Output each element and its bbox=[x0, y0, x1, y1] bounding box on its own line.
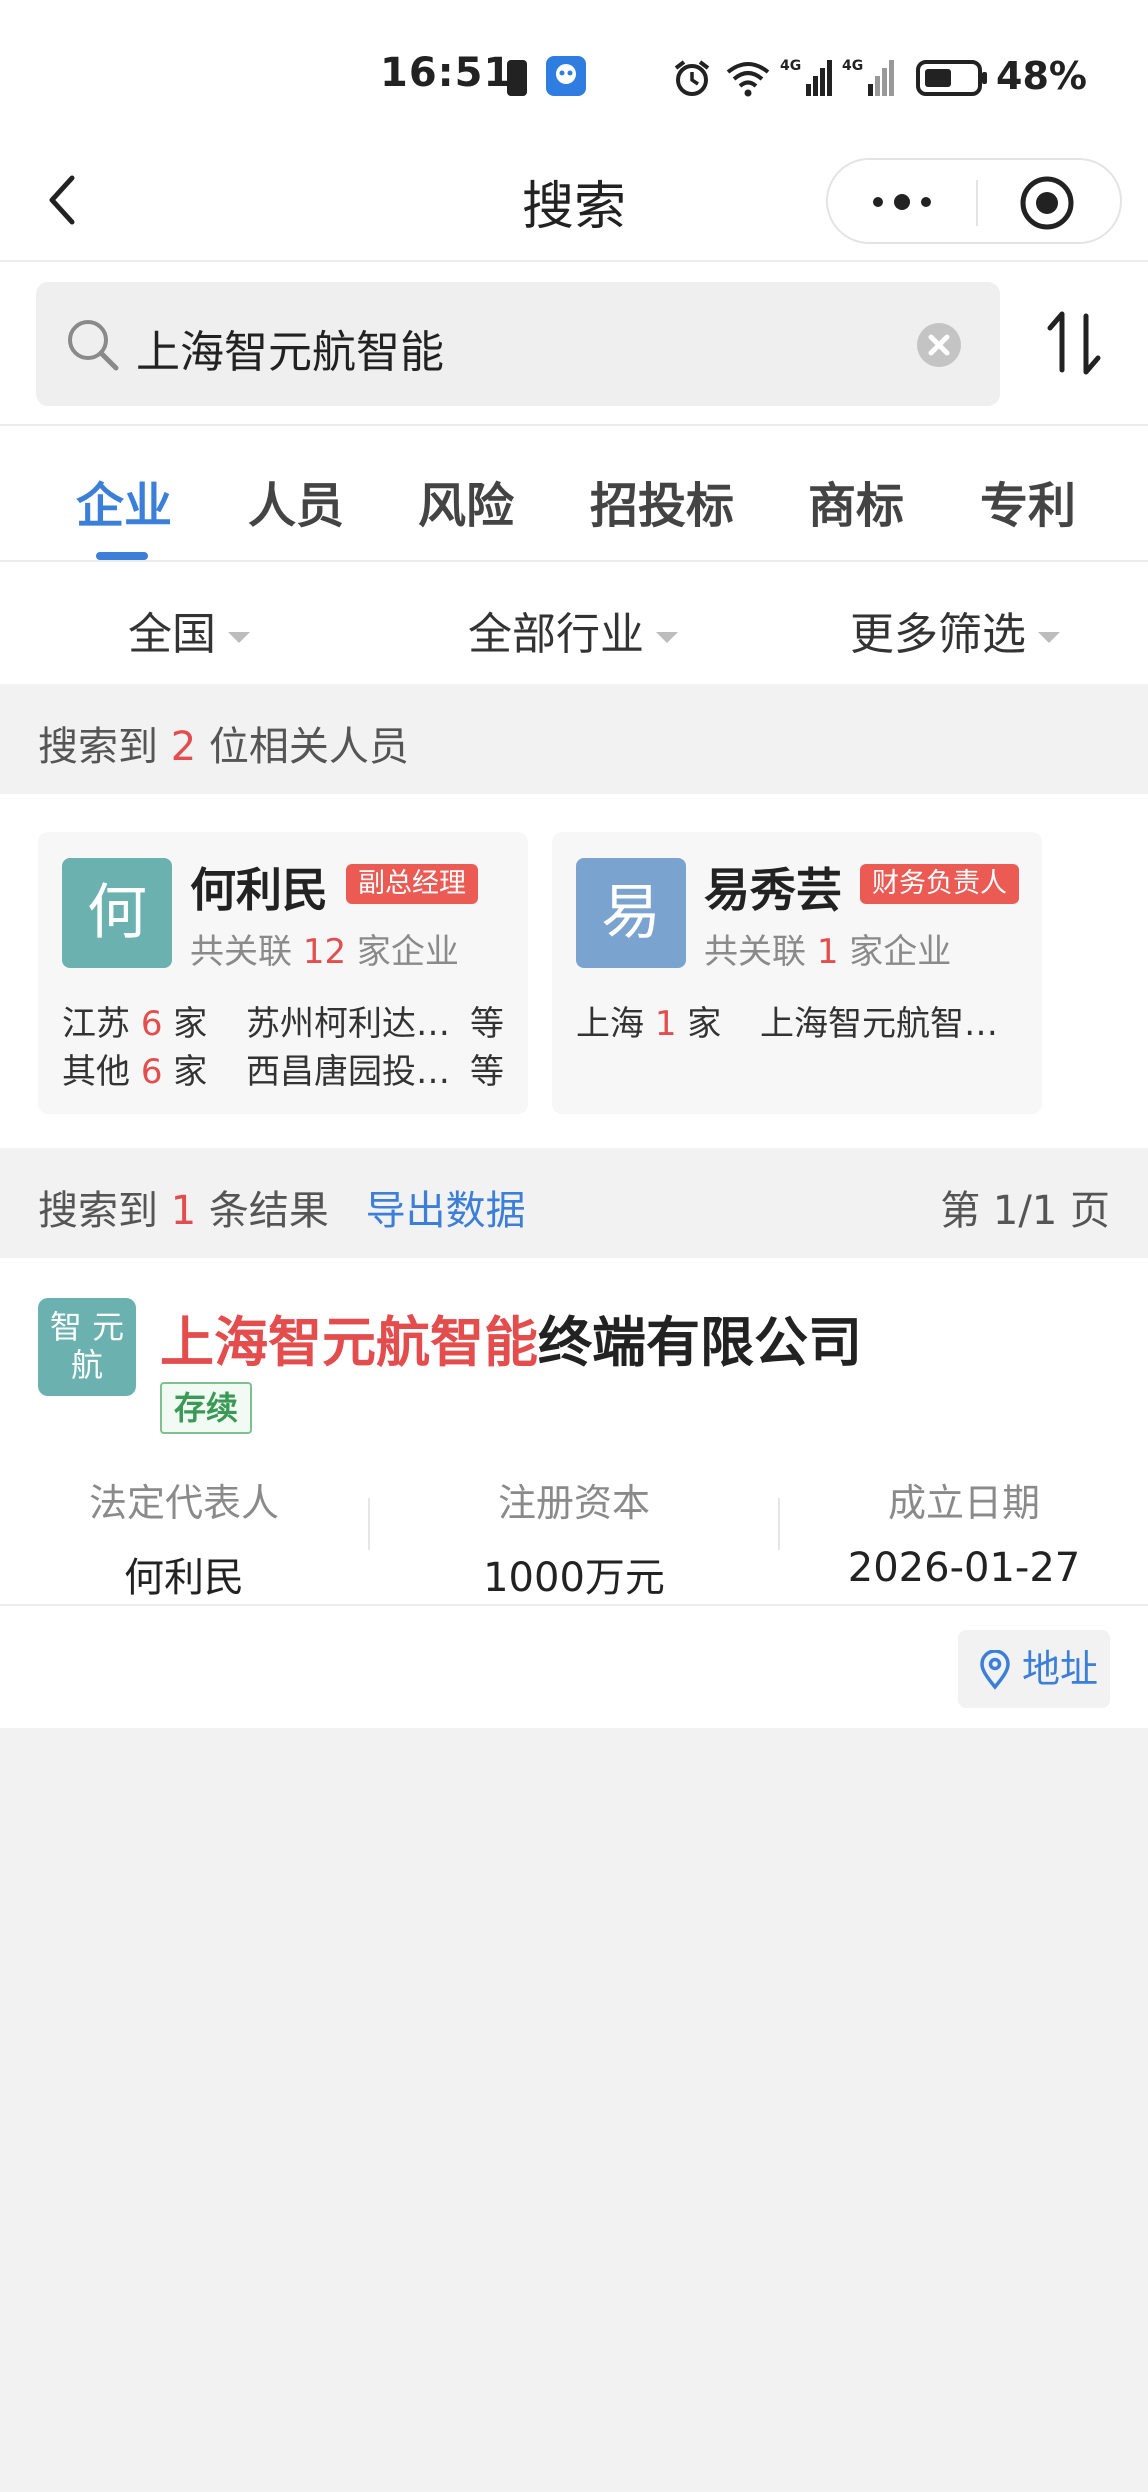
status-bar: 16:51 4G 4G 48% bbox=[0, 0, 1148, 140]
filter-more-label: 更多筛选 bbox=[850, 609, 1026, 660]
filter-industry-label: 全部行业 bbox=[468, 609, 644, 660]
battery-icon bbox=[916, 60, 987, 96]
battery-percent: 48% bbox=[996, 54, 1087, 98]
clear-icon[interactable] bbox=[916, 322, 962, 368]
company-name-rest: 终端有限公司 bbox=[538, 1311, 862, 1374]
filter-industry[interactable]: 全部行业 bbox=[468, 598, 678, 662]
person-region-row: 上海 1 家 bbox=[576, 1004, 722, 1044]
person-related-company: 上海智元航智… bbox=[760, 1004, 998, 1044]
category-tabs: 企业 人员 风险 招投标 商标 专利 bbox=[0, 426, 1148, 562]
people-list: 何 何利民 副总经理 共关联 12 家企业 江苏 6 家 苏州柯利达… 等 其他… bbox=[0, 794, 1148, 1148]
tab-bidding[interactable]: 招投标 bbox=[590, 466, 734, 536]
status-badge: 存续 bbox=[160, 1382, 253, 1434]
field-label: 法定代表人 bbox=[88, 1481, 279, 1525]
signal-4g-icon: 4G bbox=[842, 58, 894, 96]
tab-risk[interactable]: 风险 bbox=[418, 466, 514, 536]
card-divider bbox=[0, 1604, 1148, 1606]
people-count-prefix: 搜索到 bbox=[38, 724, 158, 770]
location-pin-icon bbox=[980, 1650, 1010, 1690]
filter-region[interactable]: 全国 bbox=[128, 598, 250, 662]
search-row: 上海智元航智能 bbox=[0, 262, 1148, 426]
app-notification-icon bbox=[546, 56, 586, 96]
person-related-company: 西昌唐园投… bbox=[246, 1052, 450, 1092]
svg-text:4G: 4G bbox=[842, 58, 863, 74]
svg-text:4G: 4G bbox=[780, 58, 801, 74]
person-role-badge: 副总经理 bbox=[346, 864, 478, 904]
address-button[interactable]: 地址 bbox=[958, 1630, 1110, 1708]
status-time: 16:51 bbox=[380, 50, 513, 96]
signal-4g-icon: 4G bbox=[780, 58, 832, 96]
tab-patent[interactable]: 专利 bbox=[980, 466, 1076, 536]
charging-icon bbox=[507, 60, 527, 96]
person-company-count: 共关联 1 家企业 bbox=[704, 932, 952, 972]
active-tab-indicator bbox=[96, 552, 148, 560]
person-avatar: 何 bbox=[62, 858, 172, 968]
person-card[interactable]: 易 易秀芸 财务负责人 共关联 1 家企业 上海 1 家 上海智元航智… bbox=[552, 832, 1042, 1114]
tab-people[interactable]: 人员 bbox=[248, 466, 344, 536]
filter-bar: 全国 全部行业 更多筛选 bbox=[0, 562, 1148, 684]
results-count: 1 bbox=[170, 1188, 197, 1234]
caret-down-icon bbox=[656, 631, 678, 643]
field-label: 成立日期 bbox=[887, 1481, 1040, 1525]
field-value: 2026-01-27 bbox=[847, 1545, 1081, 1591]
results-count-suffix: 条结果 bbox=[208, 1188, 329, 1234]
search-icon bbox=[68, 320, 119, 371]
tab-trademark[interactable]: 商标 bbox=[808, 466, 904, 536]
close-miniprogram-icon[interactable] bbox=[1018, 174, 1076, 232]
alarm-icon bbox=[674, 60, 710, 96]
registered-capital-field: 注册资本 1000万元 bbox=[404, 1472, 744, 1603]
field-divider bbox=[368, 1498, 370, 1550]
person-avatar: 易 bbox=[576, 858, 686, 968]
legal-rep-link[interactable]: 何利民 bbox=[14, 1545, 354, 1603]
etc-label: 等 bbox=[470, 1052, 504, 1092]
caret-down-icon bbox=[1038, 631, 1060, 643]
person-role-badge: 财务负责人 bbox=[860, 864, 1019, 904]
results-count-prefix: 搜索到 bbox=[38, 1188, 158, 1234]
company-result-card[interactable]: 智 元 航 上海智元航智能终端有限公司 存续 法定代表人 何利民 注册资本 10… bbox=[0, 1258, 1148, 1728]
search-query: 上海智元航智能 bbox=[136, 327, 444, 378]
person-name: 何利民 bbox=[190, 863, 328, 917]
people-count: 2 bbox=[170, 724, 197, 770]
people-count-suffix: 位相关人员 bbox=[208, 724, 409, 770]
person-name: 易秀芸 bbox=[704, 863, 842, 917]
established-date-field: 成立日期 2026-01-27 bbox=[794, 1472, 1134, 1591]
tab-enterprise[interactable]: 企业 bbox=[76, 466, 172, 536]
company-logo: 智 元 航 bbox=[38, 1298, 136, 1396]
page-indicator: 第 1/1 页 bbox=[940, 1188, 1110, 1234]
person-related-company: 苏州柯利达… bbox=[246, 1004, 450, 1044]
legal-rep-field: 法定代表人 何利民 bbox=[14, 1472, 354, 1603]
nav-bar: 搜索 bbox=[0, 140, 1148, 262]
field-value: 1000万元 bbox=[483, 1555, 665, 1601]
wifi-icon bbox=[726, 62, 770, 97]
more-icon[interactable] bbox=[868, 184, 936, 220]
company-name[interactable]: 上海智元航智能终端有限公司 bbox=[160, 1298, 862, 1377]
filter-more[interactable]: 更多筛选 bbox=[850, 598, 1060, 662]
company-name-highlight: 上海智元航智能 bbox=[160, 1311, 538, 1374]
export-data-link[interactable]: 导出数据 bbox=[366, 1188, 526, 1234]
results-count-header: 搜索到 1 条结果 导出数据 第 1/1 页 bbox=[0, 1148, 1148, 1258]
field-label: 注册资本 bbox=[497, 1481, 650, 1525]
search-input[interactable]: 上海智元航智能 bbox=[36, 282, 1000, 406]
person-region-row: 江苏 6 家 bbox=[62, 1004, 208, 1044]
people-count-header: 搜索到 2 位相关人员 bbox=[0, 684, 1148, 794]
address-button-label: 地址 bbox=[1022, 1647, 1099, 1691]
field-divider bbox=[778, 1498, 780, 1550]
person-card[interactable]: 何 何利民 副总经理 共关联 12 家企业 江苏 6 家 苏州柯利达… 等 其他… bbox=[38, 832, 528, 1114]
filter-region-label: 全国 bbox=[128, 609, 216, 660]
capsule-divider bbox=[976, 180, 978, 226]
mini-program-capsule bbox=[826, 158, 1122, 244]
etc-label: 等 bbox=[470, 1004, 504, 1044]
sort-icon[interactable] bbox=[1040, 308, 1110, 378]
caret-down-icon bbox=[228, 631, 250, 643]
person-region-row: 其他 6 家 bbox=[62, 1052, 208, 1092]
person-company-count: 共关联 12 家企业 bbox=[190, 932, 459, 972]
